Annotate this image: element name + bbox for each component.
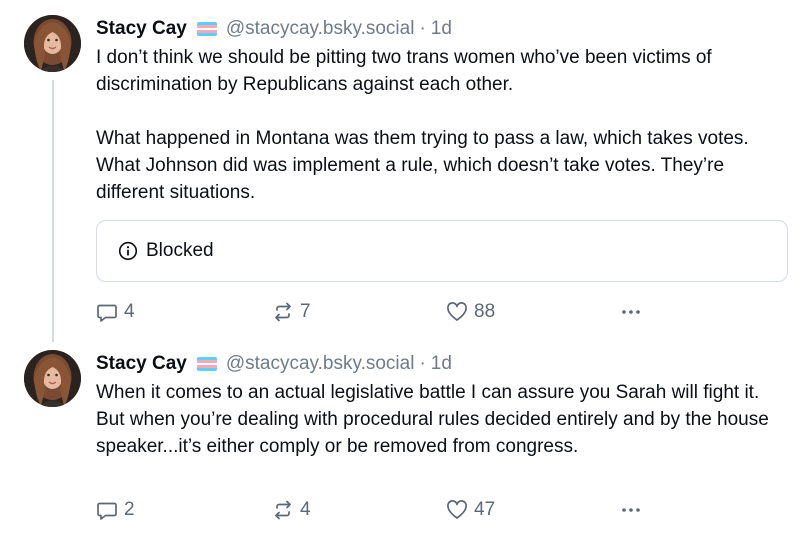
post[interactable]: Stacy Cay @stacycay.bsky.social · 1d I d… — [0, 0, 807, 340]
trans-flag-icon — [196, 357, 217, 371]
separator-dot: · — [419, 18, 426, 39]
author-handle[interactable]: @stacycay.bsky.social — [226, 18, 415, 40]
post[interactable]: Stacy Cay @stacycay.bsky.social · 1d Whe… — [0, 340, 807, 539]
repost-button[interactable]: 7 — [272, 298, 311, 326]
post-text: I don’t think we should be pitting two t… — [96, 44, 783, 206]
like-button[interactable]: 88 — [446, 298, 495, 326]
blocked-embed[interactable]: Blocked — [96, 220, 788, 282]
reply-icon — [97, 502, 117, 520]
avatar[interactable] — [24, 15, 81, 72]
reply-count: 2 — [124, 499, 135, 520]
heart-icon — [447, 500, 467, 519]
reply-button[interactable]: 4 — [96, 298, 135, 326]
repost-count: 4 — [300, 499, 311, 520]
post-timestamp[interactable]: 1d — [431, 353, 452, 375]
reply-icon — [97, 304, 117, 322]
like-count: 88 — [474, 301, 496, 322]
author-display-name[interactable]: Stacy Cay — [96, 18, 187, 40]
like-count: 47 — [474, 499, 496, 520]
repost-button[interactable]: 4 — [272, 496, 311, 524]
reply-button[interactable]: 2 — [96, 496, 135, 524]
more-options-icon — [622, 508, 640, 512]
more-options-button[interactable] — [620, 298, 648, 326]
heart-icon — [447, 302, 467, 321]
post-header: Stacy Cay @stacycay.bsky.social · 1d — [96, 15, 783, 43]
more-options-icon — [622, 310, 640, 314]
trans-flag-icon — [196, 22, 217, 36]
post-actions: 4 7 88 — [96, 298, 656, 326]
more-options-button[interactable] — [620, 496, 648, 524]
like-button[interactable]: 47 — [446, 496, 495, 524]
post-paragraph: What happened in Montana was them trying… — [96, 128, 749, 203]
avatar[interactable] — [24, 350, 81, 407]
info-circle-icon — [118, 241, 138, 261]
post-header: Stacy Cay @stacycay.bsky.social · 1d — [96, 350, 783, 378]
author-handle[interactable]: @stacycay.bsky.social — [226, 353, 415, 375]
separator-dot: · — [419, 353, 426, 374]
post-text: When it comes to an actual legislative b… — [96, 379, 783, 460]
repost-icon — [275, 302, 291, 322]
embed-label: Blocked — [146, 240, 214, 261]
post-timestamp[interactable]: 1d — [431, 18, 452, 40]
repost-icon — [275, 500, 291, 520]
reply-count: 4 — [124, 301, 135, 322]
thread-feed: Stacy Cay @stacycay.bsky.social · 1d I d… — [0, 0, 807, 539]
author-display-name[interactable]: Stacy Cay — [96, 353, 187, 375]
post-paragraph: I don’t think we should be pitting two t… — [96, 47, 712, 95]
repost-count: 7 — [300, 301, 311, 322]
post-actions: 2 4 47 — [96, 496, 656, 524]
post-paragraph: When it comes to an actual legislative b… — [96, 382, 769, 457]
